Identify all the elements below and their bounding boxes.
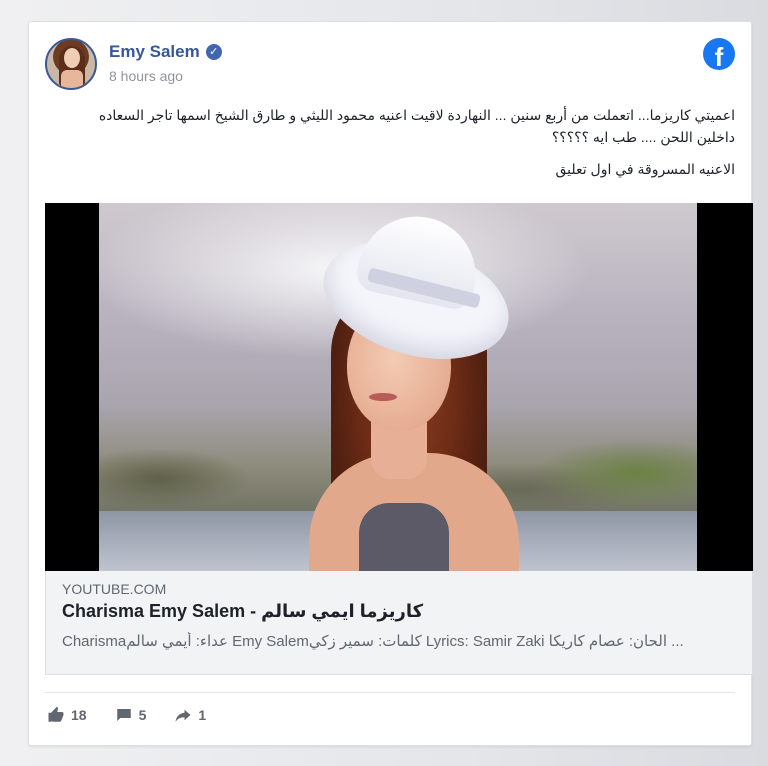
shares-count: 1	[198, 707, 207, 723]
link-preview-caption[interactable]: YOUTUBE.COM Charisma Emy Salem - كاريزما…	[45, 571, 753, 675]
facebook-icon[interactable]: f	[703, 38, 735, 70]
author-name[interactable]: Emy Salem	[109, 42, 200, 62]
video-thumbnail	[99, 203, 697, 571]
engagement-bar: 18 5 1	[47, 706, 206, 724]
likes-count-button[interactable]: 18	[47, 706, 87, 724]
comments-count: 5	[138, 707, 147, 723]
post-header: Emy Salem ✓ 8 hours ago f	[45, 38, 735, 94]
post-text-line: اعميتي كاريزما... اتعملت من أربع سنين ..…	[98, 107, 735, 123]
post-text-line: الاعنيه المسروقة في اول تعليق	[555, 161, 735, 177]
shares-count-button[interactable]: 1	[174, 706, 206, 724]
likes-count: 18	[71, 707, 87, 723]
author-name-row: Emy Salem ✓	[109, 42, 222, 62]
author-avatar[interactable]	[45, 38, 97, 90]
comment-icon	[116, 709, 131, 721]
subject-lips	[369, 393, 397, 401]
verified-badge-icon: ✓	[205, 44, 222, 60]
post-text-line: داخلين اللحن .... طب ايه ؟؟؟؟؟	[551, 129, 735, 145]
link-description: ... الحان: عصام كاريكا Lyrics: Samir Zak…	[62, 633, 684, 650]
thumbs-up-icon	[48, 706, 64, 722]
subject-top	[359, 503, 449, 571]
link-preview-image[interactable]	[45, 203, 753, 571]
share-arrow-icon	[175, 709, 191, 722]
embedded-post-card: Emy Salem ✓ 8 hours ago f اعميتي كاريزما…	[28, 21, 753, 746]
comments-count-button[interactable]: 5	[115, 706, 147, 724]
footer-divider	[45, 692, 735, 693]
avatar-face	[64, 48, 80, 68]
post-timestamp[interactable]: 8 hours ago	[109, 68, 183, 84]
link-title[interactable]: Charisma Emy Salem - كاريزما ايمي سالم	[62, 601, 736, 622]
link-source: YOUTUBE.COM	[62, 581, 167, 597]
post-body: اعميتي كاريزما... اتعملت من أربع سنين ..…	[45, 104, 735, 190]
avatar-body	[61, 70, 83, 88]
